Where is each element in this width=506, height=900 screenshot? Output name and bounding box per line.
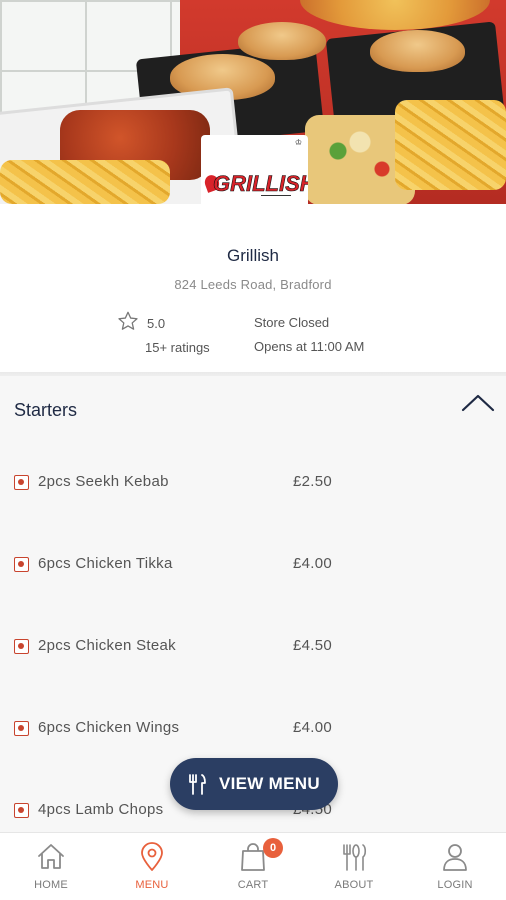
logo-underline [261,195,291,198]
cutlery-icon [343,844,367,871]
user-icon [443,844,467,871]
nav-cart[interactable]: 0 CART [213,833,293,900]
food-type-icon [14,557,29,572]
rating-count: 15+ ratings [145,340,210,355]
cutlery-icon [189,774,206,795]
item-name: 4pcs Lamb Chops [38,801,164,818]
view-menu-label: VIEW MENU [219,774,320,793]
nav-home[interactable]: HOME [11,833,91,900]
store-address: 824 Leeds Road, Bradford [174,277,332,292]
item-price: £4.00 [293,555,333,572]
nav-label: ABOUT [334,879,374,891]
nav-label: MENU [135,879,169,891]
chef-hat-icon: ♔ [294,138,302,147]
home-icon [38,844,64,869]
item-name: 2pcs Seekh Kebab [38,473,169,490]
chevron-up-icon[interactable] [460,390,496,416]
cart-count-badge: 0 [263,838,283,858]
food-type-icon [14,639,29,654]
burger-image [238,22,326,60]
menu-item[interactable]: 2pcs Seekh Kebab £2.50 [0,456,506,506]
food-type-icon [14,475,29,490]
fries-image [395,100,506,190]
item-name: 6pcs Chicken Tikka [38,555,173,572]
menu-item[interactable]: 2pcs Chicken Steak £4.50 [0,620,506,670]
store-status: Store Closed [254,315,330,330]
item-price: £4.00 [293,719,333,736]
item-name: 2pcs Chicken Steak [38,637,176,654]
nav-label: LOGIN [437,879,473,891]
nav-about[interactable]: ABOUT [314,833,394,900]
logo-wordmark: GRILLISH [213,171,308,197]
item-price: £4.50 [293,637,333,654]
nav-label: CART [237,879,269,891]
category-title: Starters [14,400,78,420]
menu-item[interactable]: 6pcs Chicken Wings £4.00 [0,702,506,752]
store-name: Grillish [227,246,279,265]
food-type-icon [14,803,29,818]
nav-login[interactable]: LOGIN [415,833,495,900]
item-name: 6pcs Chicken Wings [38,719,180,736]
food-type-icon [14,721,29,736]
fries-image [0,160,170,204]
burger-image [370,30,465,72]
item-price: £2.50 [293,473,333,490]
nav-label: HOME [34,879,68,891]
store-logo: ♔ GRILLISH [201,135,308,205]
star-icon [118,311,138,330]
menu-item[interactable]: 6pcs Chicken Tikka £4.00 [0,538,506,588]
rating-value: 5.0 [147,316,166,331]
location-pin-icon [141,842,163,871]
nav-menu[interactable]: MENU [112,833,192,900]
view-menu-button[interactable]: VIEW MENU [170,758,338,810]
opening-hours: Opens at 11:00 AM [254,339,365,354]
bottom-navigation: HOME MENU 0 CART ABOUT LOGIN [0,832,506,900]
